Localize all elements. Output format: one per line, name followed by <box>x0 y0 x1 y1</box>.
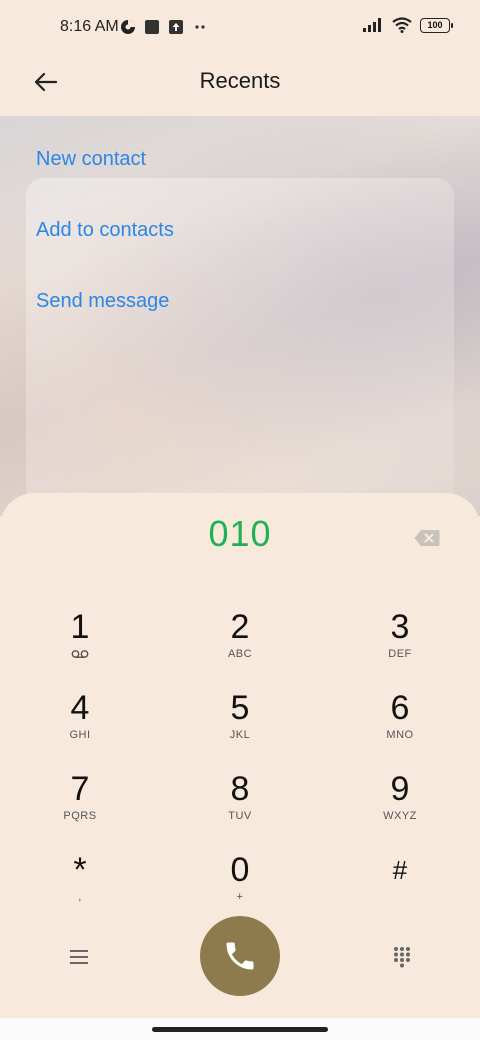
upload-notification-icon <box>169 20 183 34</box>
status-time: 8:16 AM <box>60 18 119 35</box>
square-notification-icon <box>145 20 159 34</box>
key-digit: 3 <box>390 608 410 646</box>
key-letters: + <box>236 891 244 903</box>
app-notification-icon <box>121 20 135 34</box>
send-message-link[interactable]: Send message <box>36 290 169 313</box>
key-digit: # <box>392 855 408 885</box>
key-letters: TUV <box>228 810 252 822</box>
system-icons: 100 <box>362 17 453 33</box>
key-digit: 6 <box>390 689 410 727</box>
key-digit: 2 <box>230 608 250 646</box>
voicemail-icon <box>71 650 89 658</box>
key-letters: PQRS <box>63 810 97 822</box>
key-4[interactable]: 4 GHI <box>20 689 140 759</box>
home-indicator[interactable] <box>152 1027 328 1032</box>
key-star[interactable]: * , <box>20 851 140 921</box>
dialer-bottom-bar <box>0 916 480 1016</box>
key-6[interactable]: 6 MNO <box>340 689 460 759</box>
menu-icon[interactable] <box>68 949 90 965</box>
key-letters: DEF <box>388 648 412 660</box>
key-5[interactable]: 5 JKL <box>180 689 300 759</box>
key-1[interactable]: 1 <box>20 608 140 678</box>
battery-icon: 100 <box>420 17 453 33</box>
key-3[interactable]: 3 DEF <box>340 608 460 678</box>
app-header: Recents <box>0 56 480 116</box>
key-digit: 0 <box>230 851 250 889</box>
key-0[interactable]: 0 + <box>180 851 300 921</box>
signal-icon <box>363 18 381 32</box>
call-button[interactable] <box>200 916 280 996</box>
add-to-contacts-link[interactable]: Add to contacts <box>36 219 174 242</box>
key-letters: JKL <box>229 729 251 741</box>
key-digit: 5 <box>230 689 250 727</box>
key-7[interactable]: 7 PQRS <box>20 770 140 840</box>
key-letters: WXYZ <box>383 810 417 822</box>
page-title: Recents <box>199 68 281 93</box>
key-9[interactable]: 9 WXYZ <box>340 770 460 840</box>
key-digit: 7 <box>70 770 90 808</box>
navigation-bar <box>0 1018 480 1040</box>
key-digit: * <box>73 851 87 889</box>
dialpad-icon[interactable] <box>392 946 412 968</box>
key-letters: , <box>78 891 82 903</box>
wallpaper-background <box>0 116 480 516</box>
key-8[interactable]: 8 TUV <box>180 770 300 840</box>
key-hash[interactable]: # <box>340 851 460 921</box>
more-dots-icon <box>195 25 205 29</box>
phone-icon <box>226 942 254 970</box>
key-2[interactable]: 2 ABC <box>180 608 300 678</box>
backspace-icon[interactable] <box>414 529 440 547</box>
dialed-number: 010 <box>208 513 272 554</box>
key-letters: ABC <box>227 648 253 660</box>
status-bar: 8:16 AM 100 <box>0 0 480 56</box>
key-digit: 8 <box>230 770 250 808</box>
key-digit: 9 <box>390 770 410 808</box>
key-digit: 1 <box>70 608 90 646</box>
wifi-icon <box>392 17 412 33</box>
key-letters: GHI <box>69 729 91 741</box>
notification-icons <box>120 19 208 35</box>
key-digit: 4 <box>70 689 90 727</box>
new-contact-link[interactable]: New contact <box>36 148 146 171</box>
key-letters: MNO <box>386 729 414 741</box>
